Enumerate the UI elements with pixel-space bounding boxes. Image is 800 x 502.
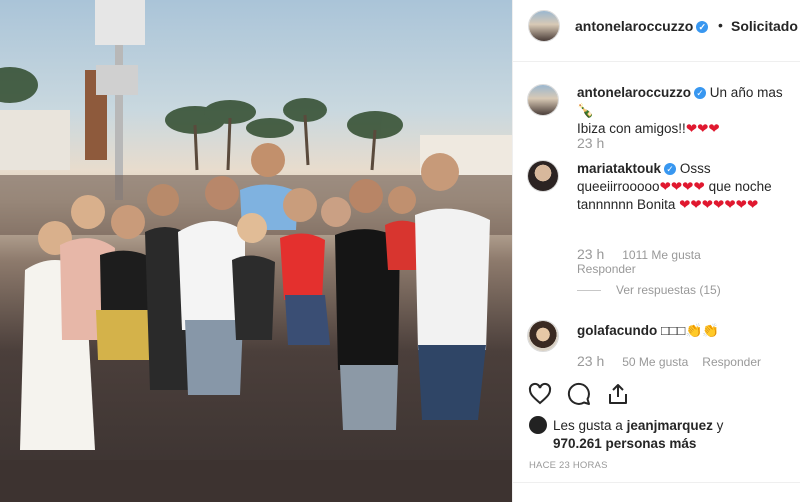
comment-time[interactable]: 23 h bbox=[577, 246, 604, 262]
commenter-avatar[interactable] bbox=[527, 320, 559, 352]
verified-icon: ✓ bbox=[664, 163, 677, 175]
comment-text: golafacundo □□□👏👏 bbox=[577, 323, 720, 338]
photo-illustration bbox=[0, 0, 512, 502]
author-username[interactable]: antonelaroccuzzo ✓ bbox=[575, 18, 709, 34]
caption-avatar[interactable] bbox=[527, 84, 559, 116]
post-header: antonelaroccuzzo ✓ • Solicitado bbox=[513, 0, 800, 62]
author-avatar[interactable] bbox=[528, 10, 560, 42]
verified-icon: ✓ bbox=[696, 21, 709, 33]
reply-button[interactable]: Responder bbox=[702, 355, 761, 369]
caption-text: antonelaroccuzzo ✓ Un año mas 🍾 Ibiza con… bbox=[577, 85, 783, 136]
follow-status-button[interactable]: Solicitado bbox=[731, 18, 798, 34]
hearts-emoji: ❤❤❤❤ bbox=[659, 179, 705, 194]
reply-button[interactable]: Responder bbox=[577, 262, 636, 276]
comment-bar bbox=[513, 482, 800, 502]
comment-likes[interactable]: 1011 Me gusta bbox=[622, 248, 701, 262]
comment-icon[interactable] bbox=[567, 382, 591, 406]
likes-text: Les gusta a jeanjmarquez y 970.261 perso… bbox=[553, 418, 724, 451]
bottle-emoji: 🍾 bbox=[577, 103, 594, 118]
comment-meta: 23 h 50 Me gusta Responder bbox=[577, 353, 761, 369]
post-timestamp[interactable]: HACE 23 HORAS bbox=[529, 460, 608, 471]
hearts-emoji: ❤❤❤ bbox=[685, 121, 720, 136]
replies-divider bbox=[577, 290, 601, 291]
likes-count[interactable]: 970.261 personas más bbox=[553, 436, 696, 451]
liker-avatar[interactable] bbox=[529, 416, 547, 434]
commenter-avatar[interactable] bbox=[527, 160, 559, 192]
caption-username[interactable]: antonelaroccuzzo bbox=[577, 85, 691, 100]
comment-likes[interactable]: 50 Me gusta bbox=[622, 355, 688, 369]
caption-time[interactable]: 23 h bbox=[577, 135, 604, 151]
hearts-emoji: ❤❤❤❤❤❤❤ bbox=[679, 197, 759, 212]
comment-text: mariataktouk ✓ Osss queeiirrooooo❤❤❤❤ que… bbox=[577, 161, 772, 212]
comment-meta: 23 h 1011 Me gusta Responder bbox=[577, 246, 715, 276]
separator-dot: • bbox=[718, 17, 723, 33]
comment-username[interactable]: mariataktouk bbox=[577, 161, 661, 176]
comment-time[interactable]: 23 h bbox=[577, 353, 604, 369]
heart-icon[interactable] bbox=[528, 382, 552, 406]
share-icon[interactable] bbox=[606, 382, 630, 406]
liker-username[interactable]: jeanjmarquez bbox=[627, 418, 713, 433]
post-photo bbox=[0, 0, 512, 502]
caption-meta: 23 h bbox=[577, 135, 622, 151]
post-sidebar: antonelaroccuzzo ✓ • Solicitado antonelar… bbox=[512, 0, 800, 502]
comment-username[interactable]: golafacundo bbox=[577, 323, 657, 338]
verified-icon: ✓ bbox=[694, 87, 707, 99]
action-bar bbox=[513, 374, 800, 414]
view-replies-button[interactable]: Ver respuestas (15) bbox=[616, 283, 721, 297]
